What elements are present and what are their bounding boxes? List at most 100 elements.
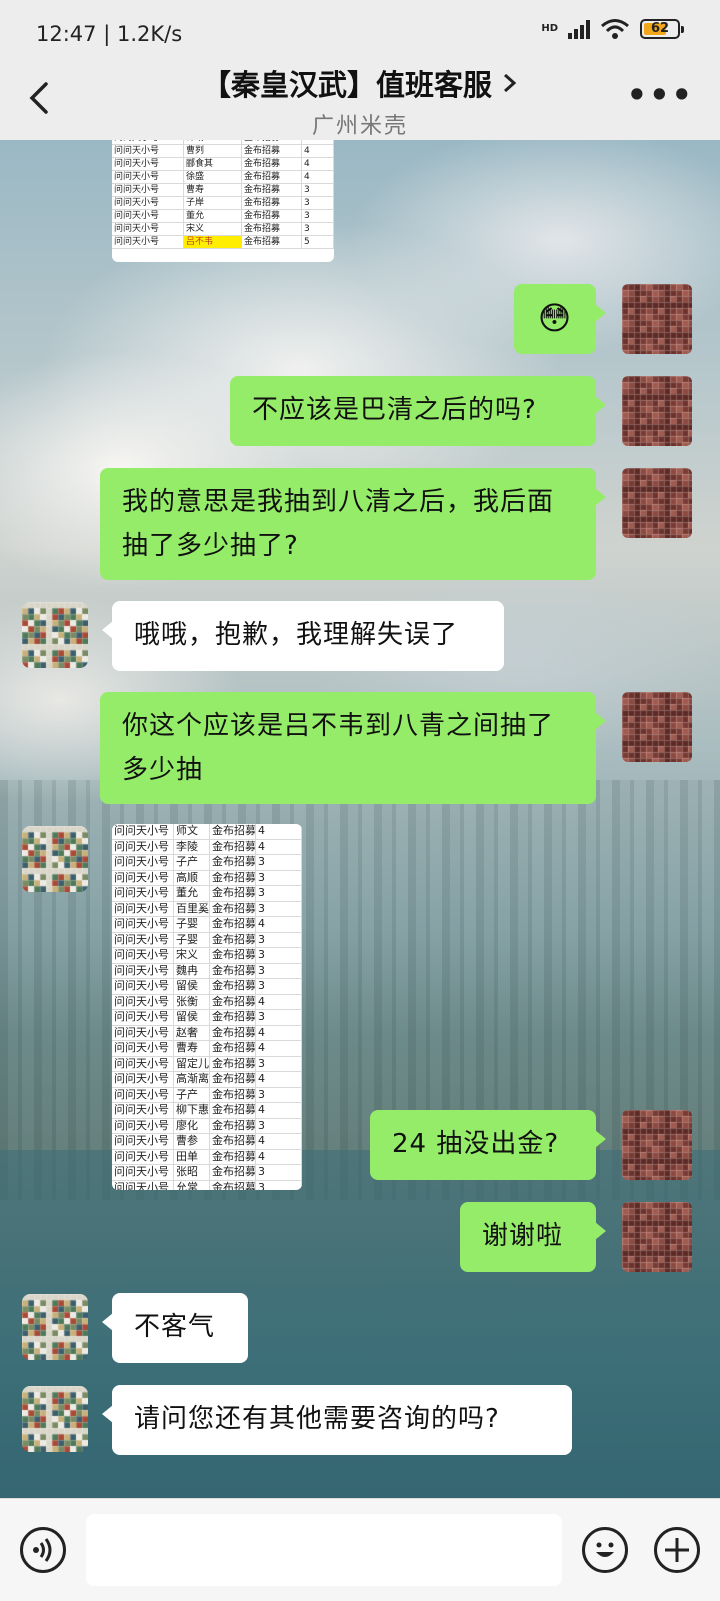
message-bubble[interactable]: 请问您还有其他需要咨询的吗? (102, 1385, 572, 1455)
back-icon[interactable] (20, 78, 60, 118)
sheet-row: 问问天小号 留侯 金布招募 3 (112, 979, 302, 995)
sheet-cell: 问问天小号 (112, 901, 174, 916)
sheet-cell: 高顺 (174, 870, 210, 885)
sheet-row: 问问天小号 曹刿 金布招募 4 (112, 145, 334, 158)
sheet-cell: 柳下惠 (176, 1103, 210, 1118)
message-bubble[interactable]: 哦哦，抱歉，我理解失误了 (102, 601, 504, 671)
sheet-cell: 问问天小号 (112, 1134, 174, 1149)
sheet-cell: 子婴 (174, 917, 210, 932)
chat-area[interactable]: 问问天小号许靖金布招募3问问天小号曹刿金布招募4问问天小号郦食其金布招募4问问天… (0, 140, 720, 1498)
message-bubble[interactable]: 谢谢啦 (460, 1202, 606, 1272)
sheet-cell: 子产 (174, 1087, 210, 1102)
sheet-cell: 金布招募 (212, 1103, 256, 1118)
sheet-row: 问问天小号 徐盛 金布招募 4 (112, 171, 334, 184)
sheet-row: 问问天小号 田单 金布招募 4 (112, 1149, 302, 1165)
my-avatar[interactable] (622, 284, 692, 354)
sheet-row: 问问天小号 廖化 金布招募 3 (112, 1118, 302, 1134)
sheet-cell: 问问天小号 (112, 824, 174, 839)
sheet-row: 问问天小号 子产 金布招募 3 (112, 855, 302, 871)
sheet-cell: 问问天小号 (112, 979, 174, 994)
service-avatar[interactable] (22, 602, 88, 668)
my-avatar[interactable] (622, 1202, 692, 1272)
voice-input-button[interactable] (20, 1527, 66, 1573)
sheet-cell: 问问天小号 (112, 223, 184, 235)
sheet-cell: 金布招募 (212, 1041, 256, 1056)
sheet-cell: 金布招募 (242, 223, 302, 235)
signal-icon (568, 19, 590, 39)
message-bubble-emoji[interactable]: 😳 (514, 284, 606, 354)
sheet-cell: 董允 (174, 886, 210, 901)
message-bubble[interactable]: 你这个应该是吕不韦到八青之间抽了多少抽 (100, 692, 606, 804)
emoji-icon (596, 1542, 614, 1557)
sheet-cell: 问问天小号 (112, 917, 174, 932)
sheet-row: 问问天小号 张昭 金布招募 3 (112, 1165, 302, 1181)
sheet-row: 问问天小号 张衡 金布招募 4 (112, 994, 302, 1010)
sheet-cell: 张昭 (174, 1165, 210, 1180)
sheet-row: 问问天小号 曹参 金布招募 4 (112, 1134, 302, 1150)
sheet-cell: 4 (256, 839, 302, 854)
sheet-cell: 子岸 (184, 197, 242, 209)
service-avatar[interactable] (22, 826, 88, 892)
sheet-cell: 允常 (174, 1180, 210, 1190)
sheet-cell: 董允 (184, 210, 242, 222)
chat-title[interactable]: 【秦皇汉武】值班客服 (202, 62, 518, 104)
sheet-cell: 徐盛 (184, 171, 242, 183)
avatar-image (622, 468, 692, 538)
sheet-row: 问问天小号 宋义 金布招募 3 (112, 223, 334, 236)
sheet-cell: 问问天小号 (112, 839, 174, 854)
my-avatar[interactable] (622, 376, 692, 446)
sheet-cell: 3 (256, 948, 302, 963)
sheet-cell: 问问天小号 (112, 197, 184, 209)
sheet-cell: 问问天小号 (112, 1056, 174, 1071)
screenshot-image-top[interactable]: 问问天小号许靖金布招募3问问天小号曹刿金布招募4问问天小号郦食其金布招募4问问天… (112, 140, 334, 262)
my-avatar[interactable] (622, 468, 692, 538)
sheet-cell: 金布招募 (212, 1118, 256, 1133)
sheet-cell: 3 (256, 855, 302, 870)
sheet-cell: 3 (302, 184, 334, 196)
avatar-image (622, 284, 692, 354)
avatar-image (622, 1110, 692, 1180)
sheet-row: 问问天小号 董允 金布招募 3 (112, 886, 302, 902)
sheet-cell: 5 (302, 236, 334, 248)
add-button[interactable] (654, 1527, 700, 1573)
sheet-cell: 问问天小号 (112, 948, 174, 963)
sheet-cell: 问问天小号 (112, 145, 184, 157)
screenshot-image[interactable]: 问问天小号 师文 金布招募 4 问问天小号 李陵 金布招募 4 问问天小号 子产 金布招募 3 问问天小… (112, 824, 302, 1190)
sheet-cell: 许靖 (184, 140, 242, 144)
sheet-cell: 问问天小号 (112, 1103, 174, 1118)
service-avatar[interactable] (22, 1386, 88, 1452)
plus-icon (665, 1538, 689, 1562)
message-bubble[interactable]: 我的意思是我抽到八清之后，我后面抽了多少抽了? (100, 468, 606, 580)
my-avatar[interactable] (622, 1110, 692, 1180)
sheet-row: 问问天小号 子婴 金布招募 3 (112, 932, 302, 948)
sheet-row: 问问天小号 曹寿 金布招募 4 (112, 1041, 302, 1057)
sheet-cell: 3 (302, 197, 334, 209)
sheet-cell: 3 (256, 901, 302, 916)
sheet-cell: 问问天小号 (112, 171, 184, 183)
sheet-row: 问问天小号 子产 金布招募 3 (112, 1087, 302, 1103)
battery-icon: 62 (640, 19, 684, 39)
message-bubble[interactable]: 不应该是巴清之后的吗? (230, 376, 606, 446)
sheet-cell: 问问天小号 (112, 1087, 174, 1102)
emoji-button[interactable] (582, 1527, 628, 1573)
sheet-cell: 金布招募 (210, 1180, 256, 1190)
status-icons: HD 62 (541, 18, 684, 40)
sheet-row: 问问天小号 柳下惠 金布招募 4 (112, 1103, 302, 1119)
sheet-cell: 问问天小号 (112, 994, 174, 1009)
avatar-image (622, 1202, 692, 1272)
sheet-cell: 金布招募 (212, 1087, 256, 1102)
sheet-cell: 金布招募 (242, 197, 302, 209)
my-avatar[interactable] (622, 692, 692, 762)
service-avatar[interactable] (22, 1294, 88, 1360)
more-options-icon[interactable]: ••• (627, 79, 694, 111)
message-bubble[interactable]: 不客气 (102, 1293, 248, 1363)
message-input[interactable] (86, 1514, 562, 1586)
message-bubble[interactable]: 24 抽没出金? (370, 1110, 606, 1180)
sheet-cell: 问问天小号 (112, 236, 184, 248)
sheet-cell: 金布招募 (242, 145, 302, 157)
sheet-cell: 3 (256, 1087, 302, 1102)
sheet-cell: 问问天小号 (112, 1149, 174, 1164)
sheet-cell: 金布招募 (212, 979, 256, 994)
avatar-image (22, 826, 88, 892)
sheet-cell: 金布招募 (242, 158, 302, 170)
